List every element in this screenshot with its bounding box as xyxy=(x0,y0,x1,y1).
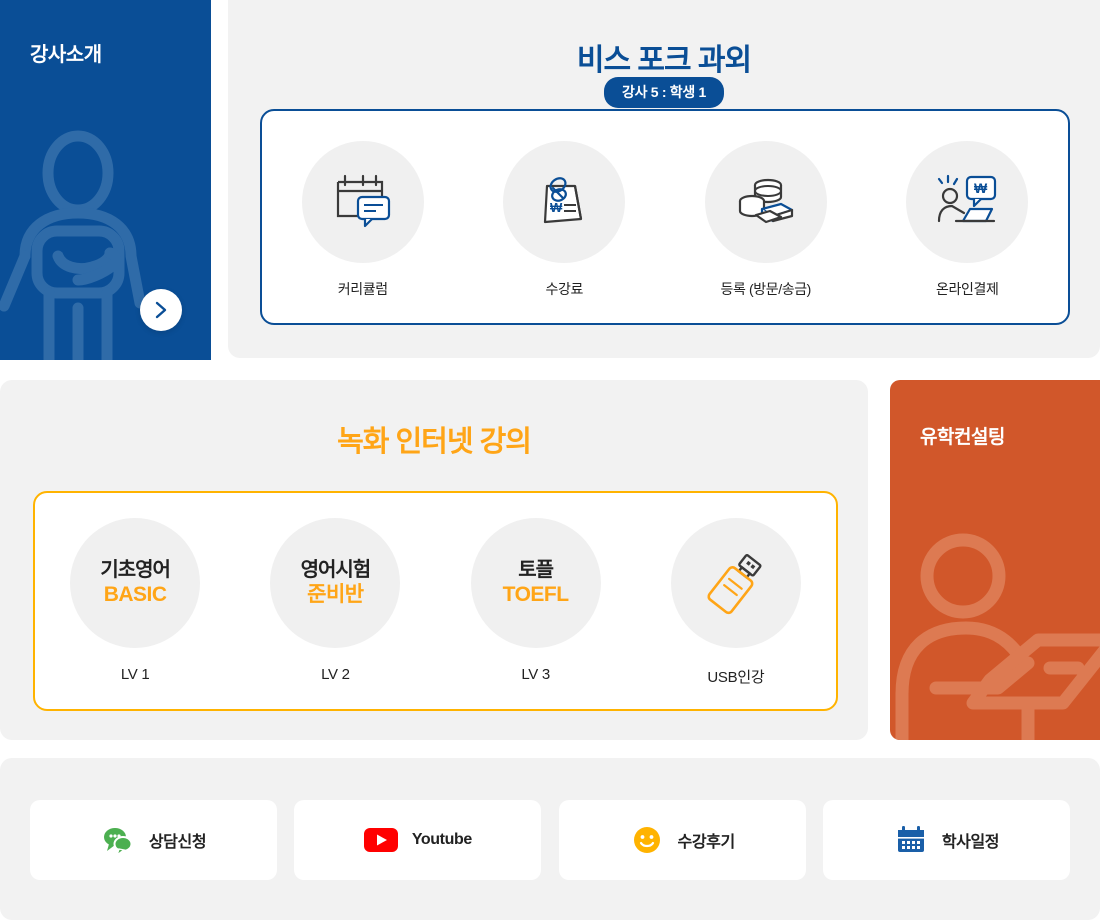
calendar-chat-icon xyxy=(336,174,390,228)
lecture-title-kr: 기초영어 xyxy=(100,558,171,581)
usb-drive-icon xyxy=(707,554,762,615)
icon-circle: ₩ xyxy=(906,141,1029,263)
icon-circle: ₩ xyxy=(503,141,626,263)
coins-cash-icon xyxy=(738,178,793,224)
online-lectures-card: 기초영어 BASIC LV 1 영어시험 준비반 LV 2 토플 TOEFL L… xyxy=(33,491,838,711)
study-abroad-panel[interactable]: 유학컨설팅 xyxy=(890,380,1100,740)
icon-circle xyxy=(704,141,827,263)
chevron-right-icon xyxy=(155,301,167,319)
standing-person-icon xyxy=(0,130,146,360)
tutoring-item-registration[interactable]: 등록 (방문/송금) xyxy=(676,141,856,299)
lv-circle: 기초영어 BASIC xyxy=(70,518,201,648)
instructor-intro-arrow-button[interactable] xyxy=(140,289,182,331)
tutoring-item-label: 수강료 xyxy=(545,281,584,297)
ratio-badge: 강사 5 : 학생 1 xyxy=(603,77,725,108)
tutoring-section: 비스 포크 과외 강사 5 : 학생 1 커리큘럼 ₩ 수강료 등록 (방문/송… xyxy=(228,0,1100,358)
online-lectures-section: 녹화 인터넷 강의 기초영어 BASIC LV 1 영어시험 준비반 LV 2 … xyxy=(0,380,868,740)
lecture-item-exam-prep[interactable]: 영어시험 준비반 LV 2 xyxy=(246,518,424,683)
instructor-intro-panel[interactable]: 강사소개 xyxy=(0,0,211,360)
lecture-title-en: 준비반 xyxy=(307,582,364,606)
quick-link-label: 상담신청 xyxy=(148,834,207,851)
quick-links-section: 상담신청 Youtube 수강후기 학사일정 xyxy=(0,758,1100,920)
quick-link-schedule[interactable]: 학사일정 xyxy=(822,800,1070,880)
quick-link-consultation[interactable]: 상담신청 xyxy=(30,800,277,880)
person-laptop-icon xyxy=(895,533,1100,740)
lecture-item-toefl[interactable]: 토플 TOEFL LV 3 xyxy=(447,518,625,683)
svg-text:₩: ₩ xyxy=(974,180,988,196)
tutoring-item-label: 등록 (방문/송금) xyxy=(720,281,812,297)
lecture-item-usb[interactable]: USB인강 xyxy=(647,518,825,687)
tutoring-item-label: 커리큘럼 xyxy=(337,281,388,297)
quick-link-reviews[interactable]: 수강후기 xyxy=(558,800,806,880)
lecture-level-label: LV 1 xyxy=(120,666,150,683)
tutoring-item-online-payment[interactable]: ₩ 온라인결제 xyxy=(877,141,1057,299)
top-section: 비스 포크 과외 강사 5 : 학생 1 커리큘럼 ₩ 수강료 등록 (방문/송… xyxy=(0,0,1100,360)
lecture-title-kr: 토플 xyxy=(518,558,554,581)
tutoring-item-label: 온라인결제 xyxy=(936,281,999,297)
lv-circle xyxy=(670,518,801,648)
quick-link-youtube[interactable]: Youtube xyxy=(294,800,542,880)
lecture-title-en: BASIC xyxy=(103,582,167,606)
quick-link-label: 학사일정 xyxy=(941,834,1000,851)
lv-circle: 영어시험 준비반 xyxy=(270,518,401,648)
tutoring-card: 커리큘럼 ₩ 수강료 등록 (방문/송금) ₩ 온라인결제 xyxy=(260,109,1070,325)
tutoring-item-curriculum[interactable]: 커리큘럼 xyxy=(273,141,453,299)
landing-page: 비스 포크 과외 강사 5 : 학생 1 커리큘럼 ₩ 수강료 등록 (방문/송… xyxy=(0,0,1100,920)
quick-links-row: 상담신청 Youtube 수강후기 학사일정 xyxy=(30,800,1070,880)
study-abroad-title: 유학컨설팅 xyxy=(920,427,1005,448)
icon-circle xyxy=(301,141,424,263)
quick-link-label: Youtube xyxy=(411,831,472,848)
calendar-icon xyxy=(894,825,928,855)
lecture-item-basic[interactable]: 기초영어 BASIC LV 1 xyxy=(46,518,224,683)
page-title: 비스 포크 과외 xyxy=(576,44,752,77)
lecture-level-label: USB인강 xyxy=(707,669,765,686)
svg-text:₩: ₩ xyxy=(550,200,563,215)
lv-circle: 토플 TOEFL xyxy=(470,518,601,648)
tutoring-item-tuition[interactable]: ₩ 수강료 xyxy=(474,141,654,299)
lecture-level-label: LV 2 xyxy=(321,666,350,683)
person-laptop-won-icon: ₩ xyxy=(938,174,997,223)
chat-bubbles-icon xyxy=(101,825,135,855)
quick-link-label: 수강후기 xyxy=(677,834,736,851)
smiley-face-icon xyxy=(630,825,664,855)
lecture-level-label: LV 3 xyxy=(521,666,550,683)
pinned-invoice-won-icon: ₩ xyxy=(544,177,583,224)
instructor-intro-title: 강사소개 xyxy=(30,44,102,66)
online-lectures-title: 녹화 인터넷 강의 xyxy=(337,426,532,458)
lecture-title-en: TOEFL xyxy=(502,582,569,606)
lecture-title-kr: 영어시험 xyxy=(300,558,372,581)
youtube-icon xyxy=(363,825,398,855)
